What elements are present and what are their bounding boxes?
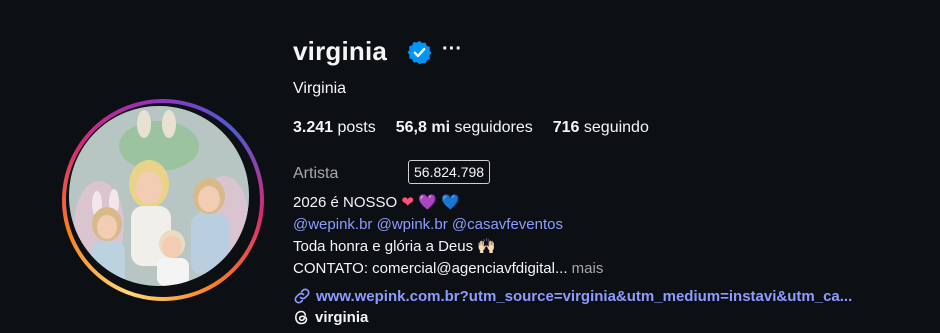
avatar[interactable] <box>69 106 249 286</box>
verified-badge-icon <box>407 40 432 65</box>
profile-bio: 2026 é NOSSO ❤ 💜 💙 @wepink.br @wpink.br … <box>293 192 603 280</box>
threads-link[interactable]: virginia <box>293 309 368 326</box>
bio-line-1: 2026 é NOSSO ❤ 💜 💙 <box>293 192 603 214</box>
mention-link[interactable]: @wpink.br <box>377 216 448 233</box>
mention-link[interactable]: @casavfeventos <box>452 216 563 233</box>
followers-label: seguidores <box>454 119 533 136</box>
heart-purple-icon: 💜 <box>418 194 437 211</box>
avatar-story-ring[interactable] <box>62 99 264 301</box>
bio-line-4: CONTATO: comercial@agenciavfdigital... m… <box>293 258 603 280</box>
profile-username: virginia <box>293 36 388 66</box>
posts-count-value: 3.241 <box>293 119 334 136</box>
profile-full-name: Virginia <box>293 80 347 97</box>
following-label: seguindo <box>583 119 649 136</box>
link-icon <box>294 288 310 304</box>
bio-more-button[interactable]: mais <box>572 260 604 277</box>
following-count-value: 716 <box>552 119 580 136</box>
bio-line-1-text: 2026 é NOSSO <box>293 194 398 211</box>
posts-count-label: posts <box>337 119 376 136</box>
avatar-photo-illustration <box>69 106 249 286</box>
bio-line-3: Toda honra e glória a Deus 🙌🏻 <box>293 236 603 258</box>
profile-category: Artista <box>293 165 339 182</box>
posts-count: 3.241 posts <box>293 119 376 137</box>
threads-handle: virginia <box>315 309 369 326</box>
mention-link[interactable]: @wepink.br <box>293 216 372 233</box>
more-options-button[interactable]: ··· <box>442 38 462 61</box>
external-link-text: www.wepink.com.br?utm_source=virginia&ut… <box>316 287 853 305</box>
heart-blue-icon: 💙 <box>441 194 460 211</box>
heart-pink-icon: ❤ <box>401 194 414 211</box>
external-link[interactable]: www.wepink.com.br?utm_source=virginia&ut… <box>293 287 852 305</box>
threads-icon <box>295 310 308 325</box>
profile-stats: 3.241 posts 56,8 mi seguidores 716 segui… <box>293 119 649 137</box>
following-link[interactable]: 716 seguindo <box>553 119 649 137</box>
bio-line-3-text: Toda honra e glória a Deus <box>293 238 474 255</box>
bio-mentions: @wepink.br @wpink.br @casavfeventos <box>293 214 603 236</box>
bio-contact-text: CONTATO: comercial@agenciavfdigital... <box>293 260 568 277</box>
followers-exact-tooltip: 56.824.798 <box>408 160 491 184</box>
followers-count-value: 56,8 mi <box>395 119 451 136</box>
followers-link[interactable]: 56,8 mi seguidores <box>396 119 533 137</box>
praying-hands-icon: 🙌🏻 <box>477 238 496 255</box>
